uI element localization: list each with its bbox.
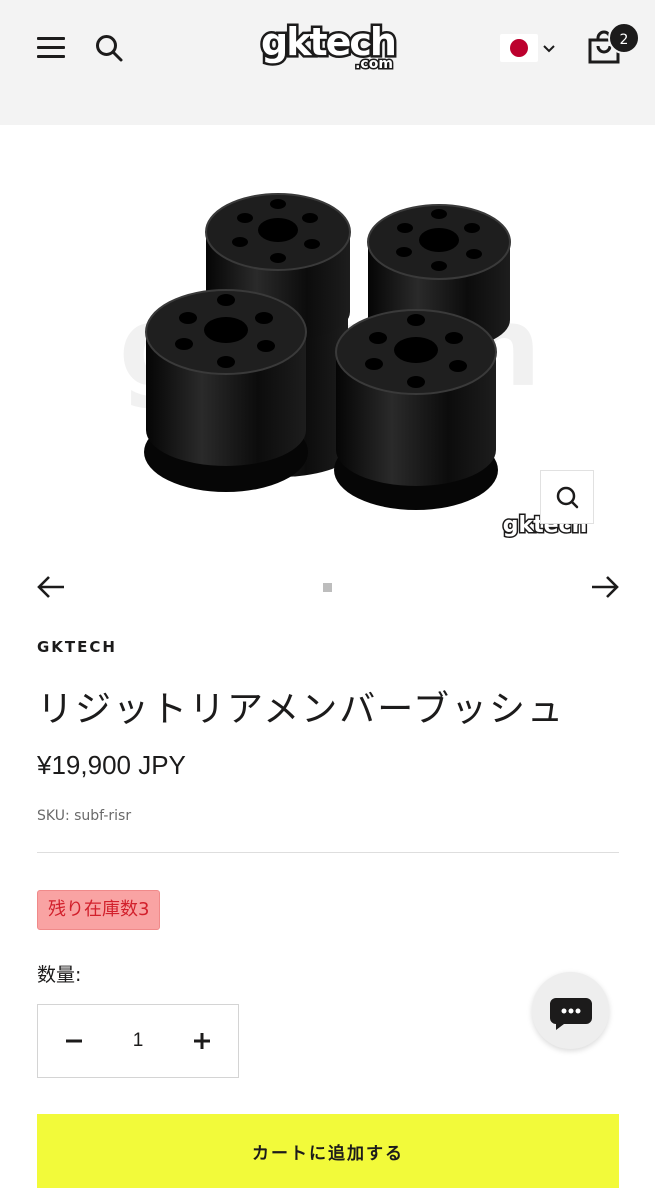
zoom-icon [556,486,579,509]
zoom-button[interactable] [540,470,594,524]
quantity-increase-button[interactable] [168,1005,238,1077]
plus-icon [194,1033,210,1049]
quantity-label: 数量: [37,964,82,986]
menu-icon[interactable] [37,37,65,59]
add-to-cart-button[interactable]: カートに追加する [37,1114,619,1188]
product-image[interactable]: gktech [60,170,600,550]
quantity-decrease-button[interactable] [38,1005,108,1077]
country-selector[interactable] [500,34,560,64]
search-icon[interactable] [94,33,124,63]
quantity-input[interactable] [108,1005,168,1077]
product-vendor[interactable]: GKTECH [37,638,117,656]
image-pagination-dot[interactable] [323,583,332,592]
minus-icon [66,1039,82,1043]
product-sku: SKU: subf-risr [37,808,132,824]
chat-icon [550,998,592,1030]
quantity-stepper [37,1004,239,1078]
chevron-down-icon [543,45,555,53]
japan-flag-icon [500,34,538,62]
bushing-3 [144,289,308,492]
bushing-4 [334,309,498,510]
stock-badge: 残り在庫数3 [37,890,161,930]
site-header: gktech .com 2 [0,0,655,125]
cart-count-badge: 2 [608,22,640,54]
chat-button[interactable] [532,972,609,1049]
prev-image-button[interactable] [36,574,66,600]
site-logo[interactable]: gktech .com [236,18,420,74]
arrow-right-icon [592,576,619,598]
divider [37,852,619,853]
product-price: ¥19,900 JPY [37,750,186,780]
product-title: リジットリアメンバーブッシュ [37,689,566,730]
arrow-left-icon [37,576,64,598]
next-image-button[interactable] [590,574,620,600]
logo-subtext: .com [355,56,393,72]
